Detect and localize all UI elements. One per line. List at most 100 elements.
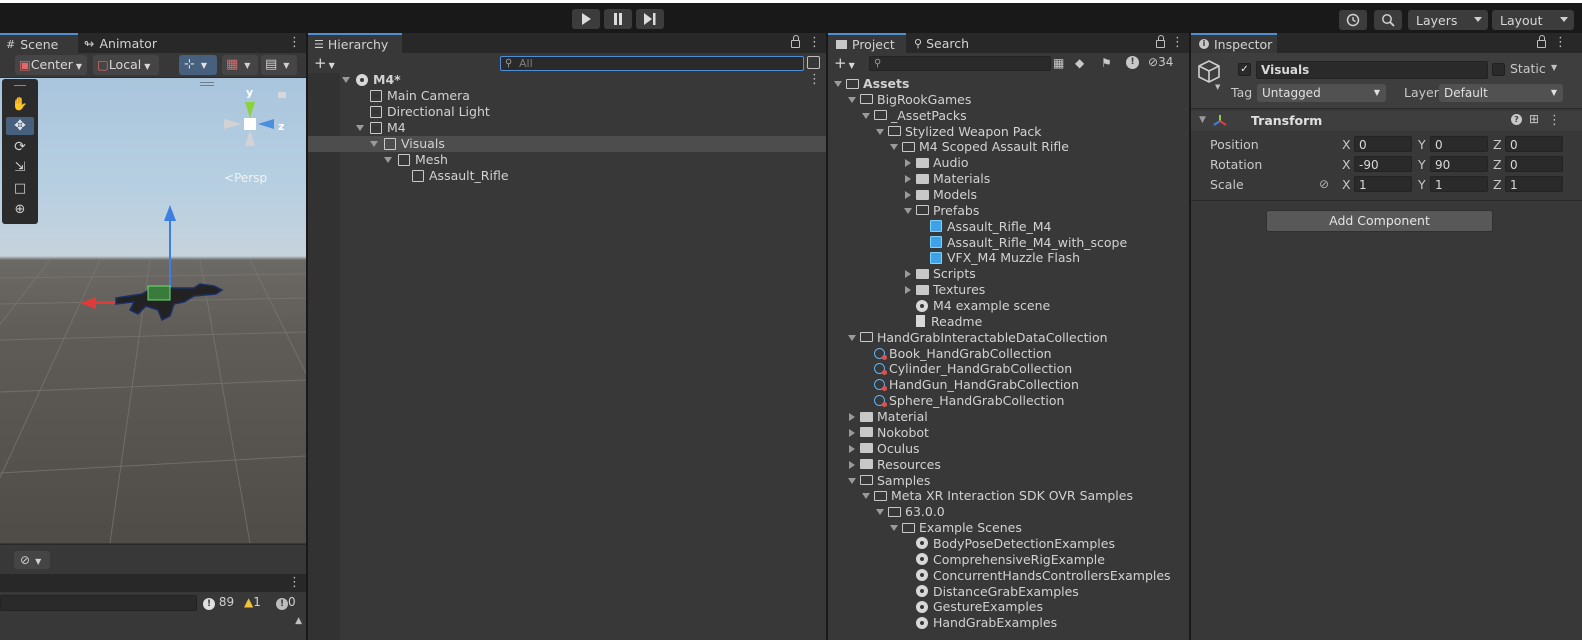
constrain-proportions-icon[interactable]: ⊘ <box>1319 177 1329 191</box>
project-item[interactable]: Cylinder_HandGrabCollection <box>828 361 1189 377</box>
expand-triangle-icon[interactable] <box>370 141 378 147</box>
project-item[interactable]: Samples <box>828 473 1189 489</box>
project-item[interactable]: Audio <box>828 155 1189 171</box>
expand-triangle-icon[interactable] <box>862 493 870 500</box>
project-item[interactable]: _AssetPacks <box>828 108 1189 124</box>
play-button[interactable] <box>572 9 600 29</box>
gameobject-icon[interactable] <box>1197 59 1223 85</box>
add-component-button[interactable]: Add Component <box>1266 210 1493 232</box>
create-asset-button[interactable]: + ▼ <box>834 54 855 72</box>
project-item[interactable]: Oculus <box>828 441 1189 457</box>
tab-hierarchy[interactable]: ☰ Hierarchy <box>308 33 402 53</box>
layers-dropdown[interactable]: Layers <box>1408 10 1488 30</box>
hierarchy-item[interactable]: Main Camera <box>308 88 826 104</box>
console-warning-toggle[interactable]: ▲1 <box>244 595 261 609</box>
expand-triangle-icon[interactable] <box>862 112 870 119</box>
active-checkbox[interactable]: ✓ <box>1238 63 1251 76</box>
project-item[interactable]: M4 example scene <box>828 298 1189 314</box>
global-search-button[interactable] <box>1374 10 1402 30</box>
expand-triangle-icon[interactable] <box>848 334 856 341</box>
project-item[interactable]: Sphere_HandGrabCollection <box>828 393 1189 409</box>
expand-triangle-icon[interactable] <box>342 77 350 83</box>
project-item[interactable]: Readme <box>828 314 1189 330</box>
scroll-up-icon[interactable]: ▲ <box>295 616 302 626</box>
hierarchy-item[interactable]: M4 <box>308 120 826 136</box>
filter-by-type-icon[interactable]: ◆ <box>1075 56 1084 70</box>
scale-z-field[interactable]: 1 <box>1505 176 1563 192</box>
project-item[interactable]: BodyPoseDetectionExamples <box>828 536 1189 552</box>
rotation-y-field[interactable]: 90 <box>1430 156 1488 172</box>
hierarchy-search-input[interactable]: ⚲ All <box>500 56 804 71</box>
collapse-triangle-icon[interactable] <box>849 413 855 422</box>
transform-component-header[interactable]: ▼ Transform ? ⊞ ⋮ <box>1191 111 1582 131</box>
layout-dropdown[interactable]: Layout <box>1492 10 1574 30</box>
project-item[interactable]: Material <box>828 409 1189 425</box>
filter-by-label-icon[interactable]: ⚑ <box>1101 56 1112 70</box>
project-item[interactable]: ComprehensiveRigExample <box>828 552 1189 568</box>
collapse-triangle-icon[interactable]: ▼ <box>1199 115 1206 125</box>
hierarchy-item[interactable]: M4* ⋮ <box>308 72 826 88</box>
scale-x-field[interactable]: 1 <box>1354 176 1412 192</box>
hierarchy-item[interactable]: Directional Light <box>308 104 826 120</box>
increment-snap-toggle[interactable]: ▦ ▼ <box>222 55 258 75</box>
tab-search[interactable]: ⚲ Search <box>914 33 992 53</box>
chevron-down-icon[interactable]: ▼ <box>1215 83 1220 91</box>
static-checkbox[interactable] <box>1492 63 1505 76</box>
project-item[interactable]: DistanceGrabExamples <box>828 584 1189 600</box>
scene-viewport[interactable]: ✋ ✥ ⟳ ⇲ □ ⊕ y z <Persp <box>0 78 306 543</box>
more-options-icon[interactable]: ⋮ <box>808 73 821 87</box>
tag-dropdown[interactable]: Untagged ▼ <box>1257 84 1386 102</box>
console-error-toggle[interactable]: ! 89 <box>203 595 234 610</box>
hierarchy-item[interactable]: Assault_Rifle <box>308 168 826 184</box>
project-item[interactable]: Prefabs <box>828 203 1189 219</box>
more-options-icon[interactable]: ⋮ <box>808 36 821 50</box>
create-button[interactable]: + ▼ <box>314 54 335 72</box>
collapse-triangle-icon[interactable] <box>905 175 911 184</box>
project-item[interactable]: GestureExamples <box>828 599 1189 615</box>
static-dropdown-chevron-icon[interactable]: ▼ <box>1551 63 1557 72</box>
component-menu-icon[interactable]: ⋮ <box>1548 114 1561 128</box>
presets-icon[interactable]: ⊞ <box>1529 112 1539 126</box>
expand-triangle-icon[interactable] <box>848 477 856 484</box>
expand-triangle-icon[interactable] <box>848 96 856 103</box>
expand-triangle-icon[interactable] <box>384 157 392 163</box>
more-options-icon[interactable]: ⋮ <box>1171 36 1184 50</box>
project-item[interactable]: 63.0.0 <box>828 504 1189 520</box>
project-item[interactable]: HandGrabExamples <box>828 615 1189 631</box>
project-search-input[interactable]: ⚲ <box>869 56 1051 71</box>
expand-triangle-icon[interactable] <box>356 125 364 131</box>
hierarchy-item[interactable]: Visuals <box>308 136 826 152</box>
pause-button[interactable] <box>604 9 632 29</box>
collapse-triangle-icon[interactable] <box>849 428 855 437</box>
scale-tool-icon[interactable]: ⇲ <box>6 159 34 177</box>
project-item[interactable]: Example Scenes <box>828 520 1189 536</box>
gizmos-dropdown[interactable]: ⊘ ▼ <box>14 551 50 569</box>
pivot-mode-dropdown[interactable]: ▣Center ▼ <box>15 55 87 75</box>
rotation-x-field[interactable]: -90 <box>1354 156 1412 172</box>
project-item[interactable]: Stylized Weapon Pack <box>828 124 1189 140</box>
hand-tool-icon[interactable]: ✋ <box>6 96 34 114</box>
position-x-field[interactable]: 0 <box>1354 136 1412 152</box>
collapse-triangle-icon[interactable] <box>905 270 911 279</box>
hierarchy-item[interactable]: Mesh <box>308 152 826 168</box>
scale-y-field[interactable]: 1 <box>1430 176 1488 192</box>
scene-search-icon[interactable] <box>807 56 820 69</box>
project-item[interactable]: Nokobot <box>828 425 1189 441</box>
rotation-z-field[interactable]: 0 <box>1505 156 1563 172</box>
tab-inspector[interactable]: i Inspector <box>1191 33 1277 53</box>
drag-handle[interactable] <box>14 85 26 86</box>
collapse-triangle-icon[interactable] <box>905 286 911 295</box>
more-options-icon[interactable]: ⋮ <box>288 576 301 590</box>
project-item[interactable]: Assets <box>828 76 1189 92</box>
filter-log-icon[interactable]: ! <box>1126 56 1139 69</box>
expand-triangle-icon[interactable] <box>876 128 884 135</box>
expand-triangle-icon[interactable] <box>904 207 912 214</box>
project-item[interactable]: Book_HandGrabCollection <box>828 346 1189 362</box>
project-item[interactable]: ConcurrentHandsControllersExamples <box>828 568 1189 584</box>
more-options-icon[interactable]: ⋮ <box>288 36 301 50</box>
project-item[interactable]: Materials <box>828 171 1189 187</box>
collapse-triangle-icon[interactable] <box>849 460 855 469</box>
step-button[interactable] <box>636 9 664 29</box>
lock-icon[interactable] <box>1537 35 1546 48</box>
transform-tool-icon[interactable]: ⊕ <box>6 201 34 219</box>
